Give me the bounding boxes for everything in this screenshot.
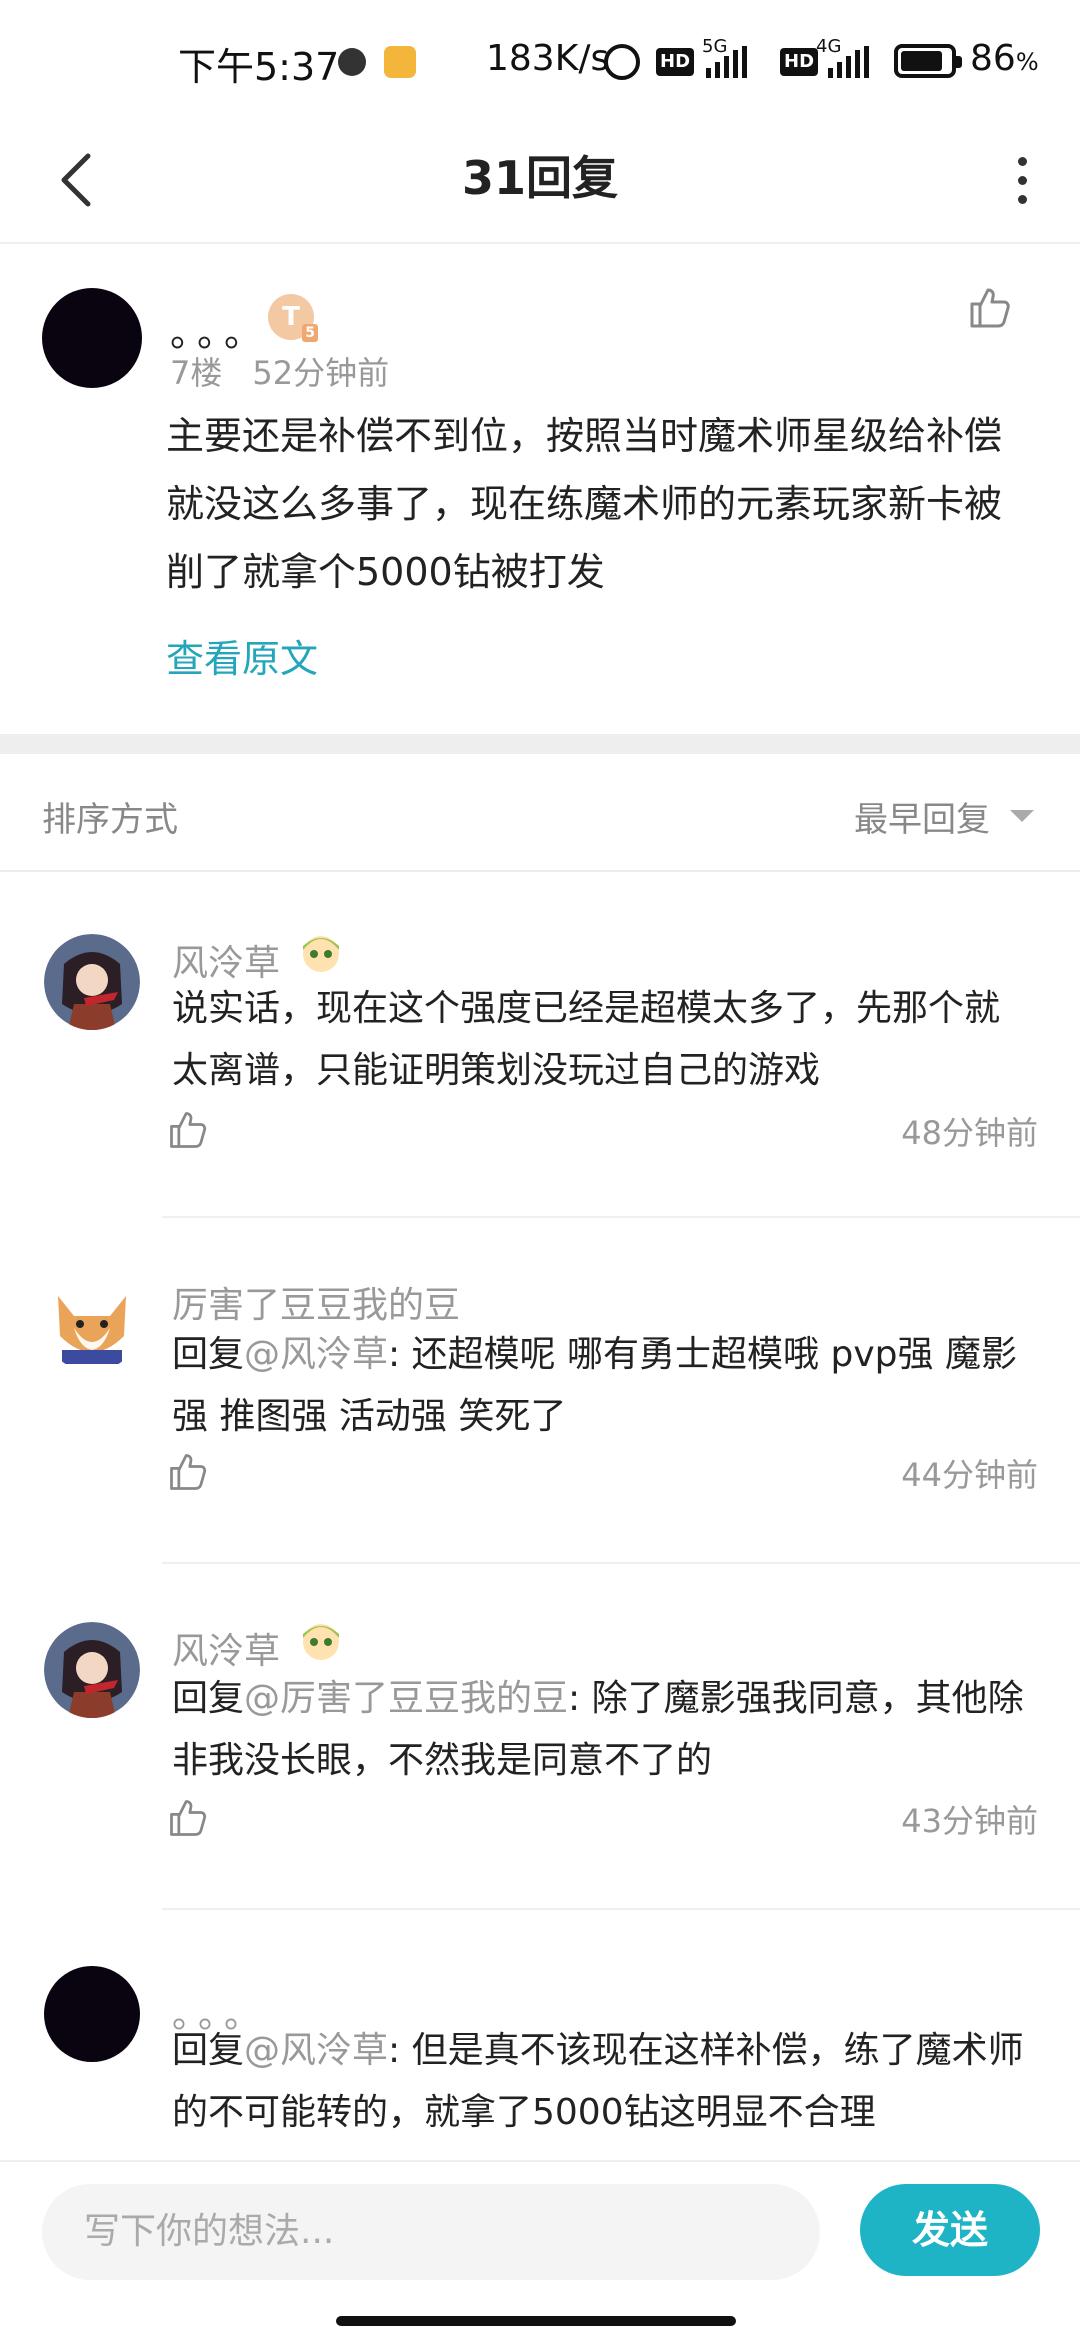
caret-down-icon[interactable] [1010,810,1034,822]
reply-item: 。。。 回复@风泠草: 但是真不该现在这样补偿，练了魔术师的不可能转的，就拿了5… [0,1910,1080,2160]
section-divider [0,734,1080,754]
signal-5g-icon [706,46,747,78]
mention-link[interactable]: @厉害了豆豆我的豆 [244,1678,568,1719]
sort-dropdown[interactable]: 最早回复 [854,792,990,841]
reply-author-name[interactable]: 风泠草 [172,1622,280,1674]
reply-time: 44分钟前 [901,1456,1038,1494]
reply-body: 回复@厉害了豆豆我的豆: 除了魔影强我同意，其他除非我没长眼，不然我是同意不了的 [172,1678,1024,1781]
thumbs-up-icon[interactable] [166,1108,210,1152]
battery-percent: 86% [970,38,1039,79]
app-notification-icon [384,46,416,78]
reply-body: 说实话，现在这个强度已经是超模太多了，先那个就太离谱，只能证明策划没玩过自己的游… [172,988,1001,1091]
post-body: 主要还是补偿不到位，按照当时魔术师星级给补偿就没这么多事了，现在练魔术师的元素玩… [166,414,1003,594]
reply-body: 回复@风泠草: 还超模呢 哪有勇士超模哦 pvp强 魔影强 推图强 活动强 笑死… [172,1334,1017,1437]
post-time: 52分钟前 [252,354,390,392]
reply-item: 风泠草 说实话，现在这个强度已经是超模太多了，先那个就太离谱，只能证明策划没玩过… [0,872,1080,1218]
reply-item: 厉害了豆豆我的豆 回复@风泠草: 还超模呢 哪有勇士超模哦 pvp强 魔影强 推… [0,1218,1080,1564]
network-speed: 183K/s [486,38,610,79]
member-emoji-icon [303,1624,339,1660]
top-bar: 31回复 [0,120,1080,244]
mention-link[interactable]: @风泠草 [244,2030,388,2071]
avatar[interactable] [44,934,140,1030]
reply-author-name[interactable]: 厉害了豆豆我的豆 [172,1276,460,1328]
avatar[interactable] [44,1622,140,1718]
comment-input[interactable]: 写下你的想法... [42,2184,820,2280]
avatar[interactable] [42,288,142,388]
thumbs-up-icon[interactable] [166,1450,210,1494]
status-bar: 下午5:37 183K/s HD 5G HD 4G 86% [0,0,1080,120]
hd-icon-2: HD [780,48,819,76]
thumbs-up-icon[interactable] [966,284,1014,332]
more-options-icon[interactable] [992,144,1052,216]
alarm-icon [604,44,640,80]
home-indicator[interactable] [336,2316,736,2326]
member-emoji-icon [303,936,339,972]
mention-link[interactable]: @风泠草 [244,1334,388,1375]
reply-body: 回复@风泠草: 但是真不该现在这样补偿，练了魔术师的不可能转的，就拿了5000钻… [172,2030,1024,2133]
sort-label: 排序方式 [42,800,178,840]
page-title: 31回复 [461,151,618,205]
signal-4g-icon [828,46,869,78]
avatar[interactable] [44,1966,140,2062]
view-original-link[interactable]: 查看原文 [166,628,318,683]
reply-item: 风泠草 回复@厉害了豆豆我的豆: 除了魔影强我同意，其他除非我没长眼，不然我是同… [0,1564,1080,1910]
send-button[interactable]: 发送 [860,2184,1040,2276]
main-post: 。。。 T5 7楼 52分钟前 主要还是补偿不到位，按照当时魔术师星级给补偿就没这… [0,244,1080,734]
reply-time: 48分钟前 [901,1114,1038,1152]
post-meta: 7楼 52分钟前 [170,348,389,394]
sort-bar: 排序方式 最早回复 [0,754,1080,872]
hd-icon: HD [656,48,695,76]
avatar[interactable] [44,1276,140,1372]
floor-number: 7楼 [170,354,223,392]
comment-composer: 写下你的想法... 发送 [0,2160,1080,2340]
status-time: 下午5:37 [178,45,340,89]
reply-time: 43分钟前 [901,1802,1038,1840]
thumbs-up-icon[interactable] [166,1796,210,1840]
level-badge-icon: T5 [268,294,318,342]
battery-icon [894,44,962,78]
notification-dot-icon [338,48,366,76]
